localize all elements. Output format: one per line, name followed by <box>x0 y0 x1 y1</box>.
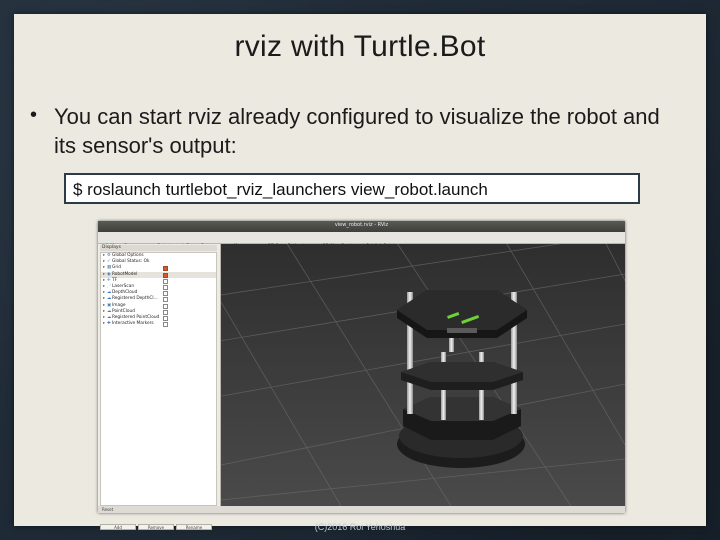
slide-footer: (C)2016 Roi Yehoshua <box>314 522 406 532</box>
display-item[interactable]: ▸ ✚Interactive Markers <box>101 321 216 328</box>
display-label: Grid <box>112 265 122 271</box>
display-label: DepthCloud <box>112 290 138 296</box>
display-label: Registered PointCloud <box>112 314 160 320</box>
displays-header: Displays <box>100 245 217 251</box>
3d-viewport[interactable] <box>221 244 625 506</box>
viewport-scene <box>221 244 625 506</box>
displays-buttons: Add Remove Rename <box>100 514 217 530</box>
display-label: Global Status: Ok <box>112 259 150 265</box>
turtlebot-model <box>397 290 527 468</box>
display-label: Image <box>112 302 126 308</box>
display-label: Interactive Markers <box>112 321 154 327</box>
rviz-toolbar: ✥Move Camera▭Select◎Focus Camera⊢Measure… <box>98 232 625 249</box>
window-title: view_robot.rviz - RViz <box>334 222 389 228</box>
display-checkbox[interactable] <box>163 322 168 328</box>
bullet-text: You can start rviz already configured to… <box>54 104 660 158</box>
display-label: Registered DepthCl... <box>112 296 158 302</box>
slide-title: rviz with Turtle.Bot <box>234 30 486 63</box>
bullet-dot-icon: • <box>30 104 38 126</box>
rviz-screenshot: view_robot.rviz - RViz ✥Move Camera▭Sele… <box>98 221 625 530</box>
display-label: TF <box>112 277 118 283</box>
command-box: $ roslaunch turtlebot_rviz_launchers vie… <box>64 173 640 204</box>
displays-panel: Displays ▸ ⚙Global Options ▸ ✓Global Statu… <box>98 244 221 530</box>
status-bar[interactable]: Reset <box>98 506 625 513</box>
display-label: Global Options <box>112 253 144 258</box>
display-label: RobotModel <box>112 271 138 277</box>
display-label: PointCloud <box>112 308 135 314</box>
displays-tree: ▸ ⚙Global Options ▸ ✓Global Status: Ok ▸ ▦G… <box>100 252 217 506</box>
window-titlebar: view_robot.rviz - RViz <box>98 221 625 238</box>
display-label: LaserScan <box>112 283 135 289</box>
